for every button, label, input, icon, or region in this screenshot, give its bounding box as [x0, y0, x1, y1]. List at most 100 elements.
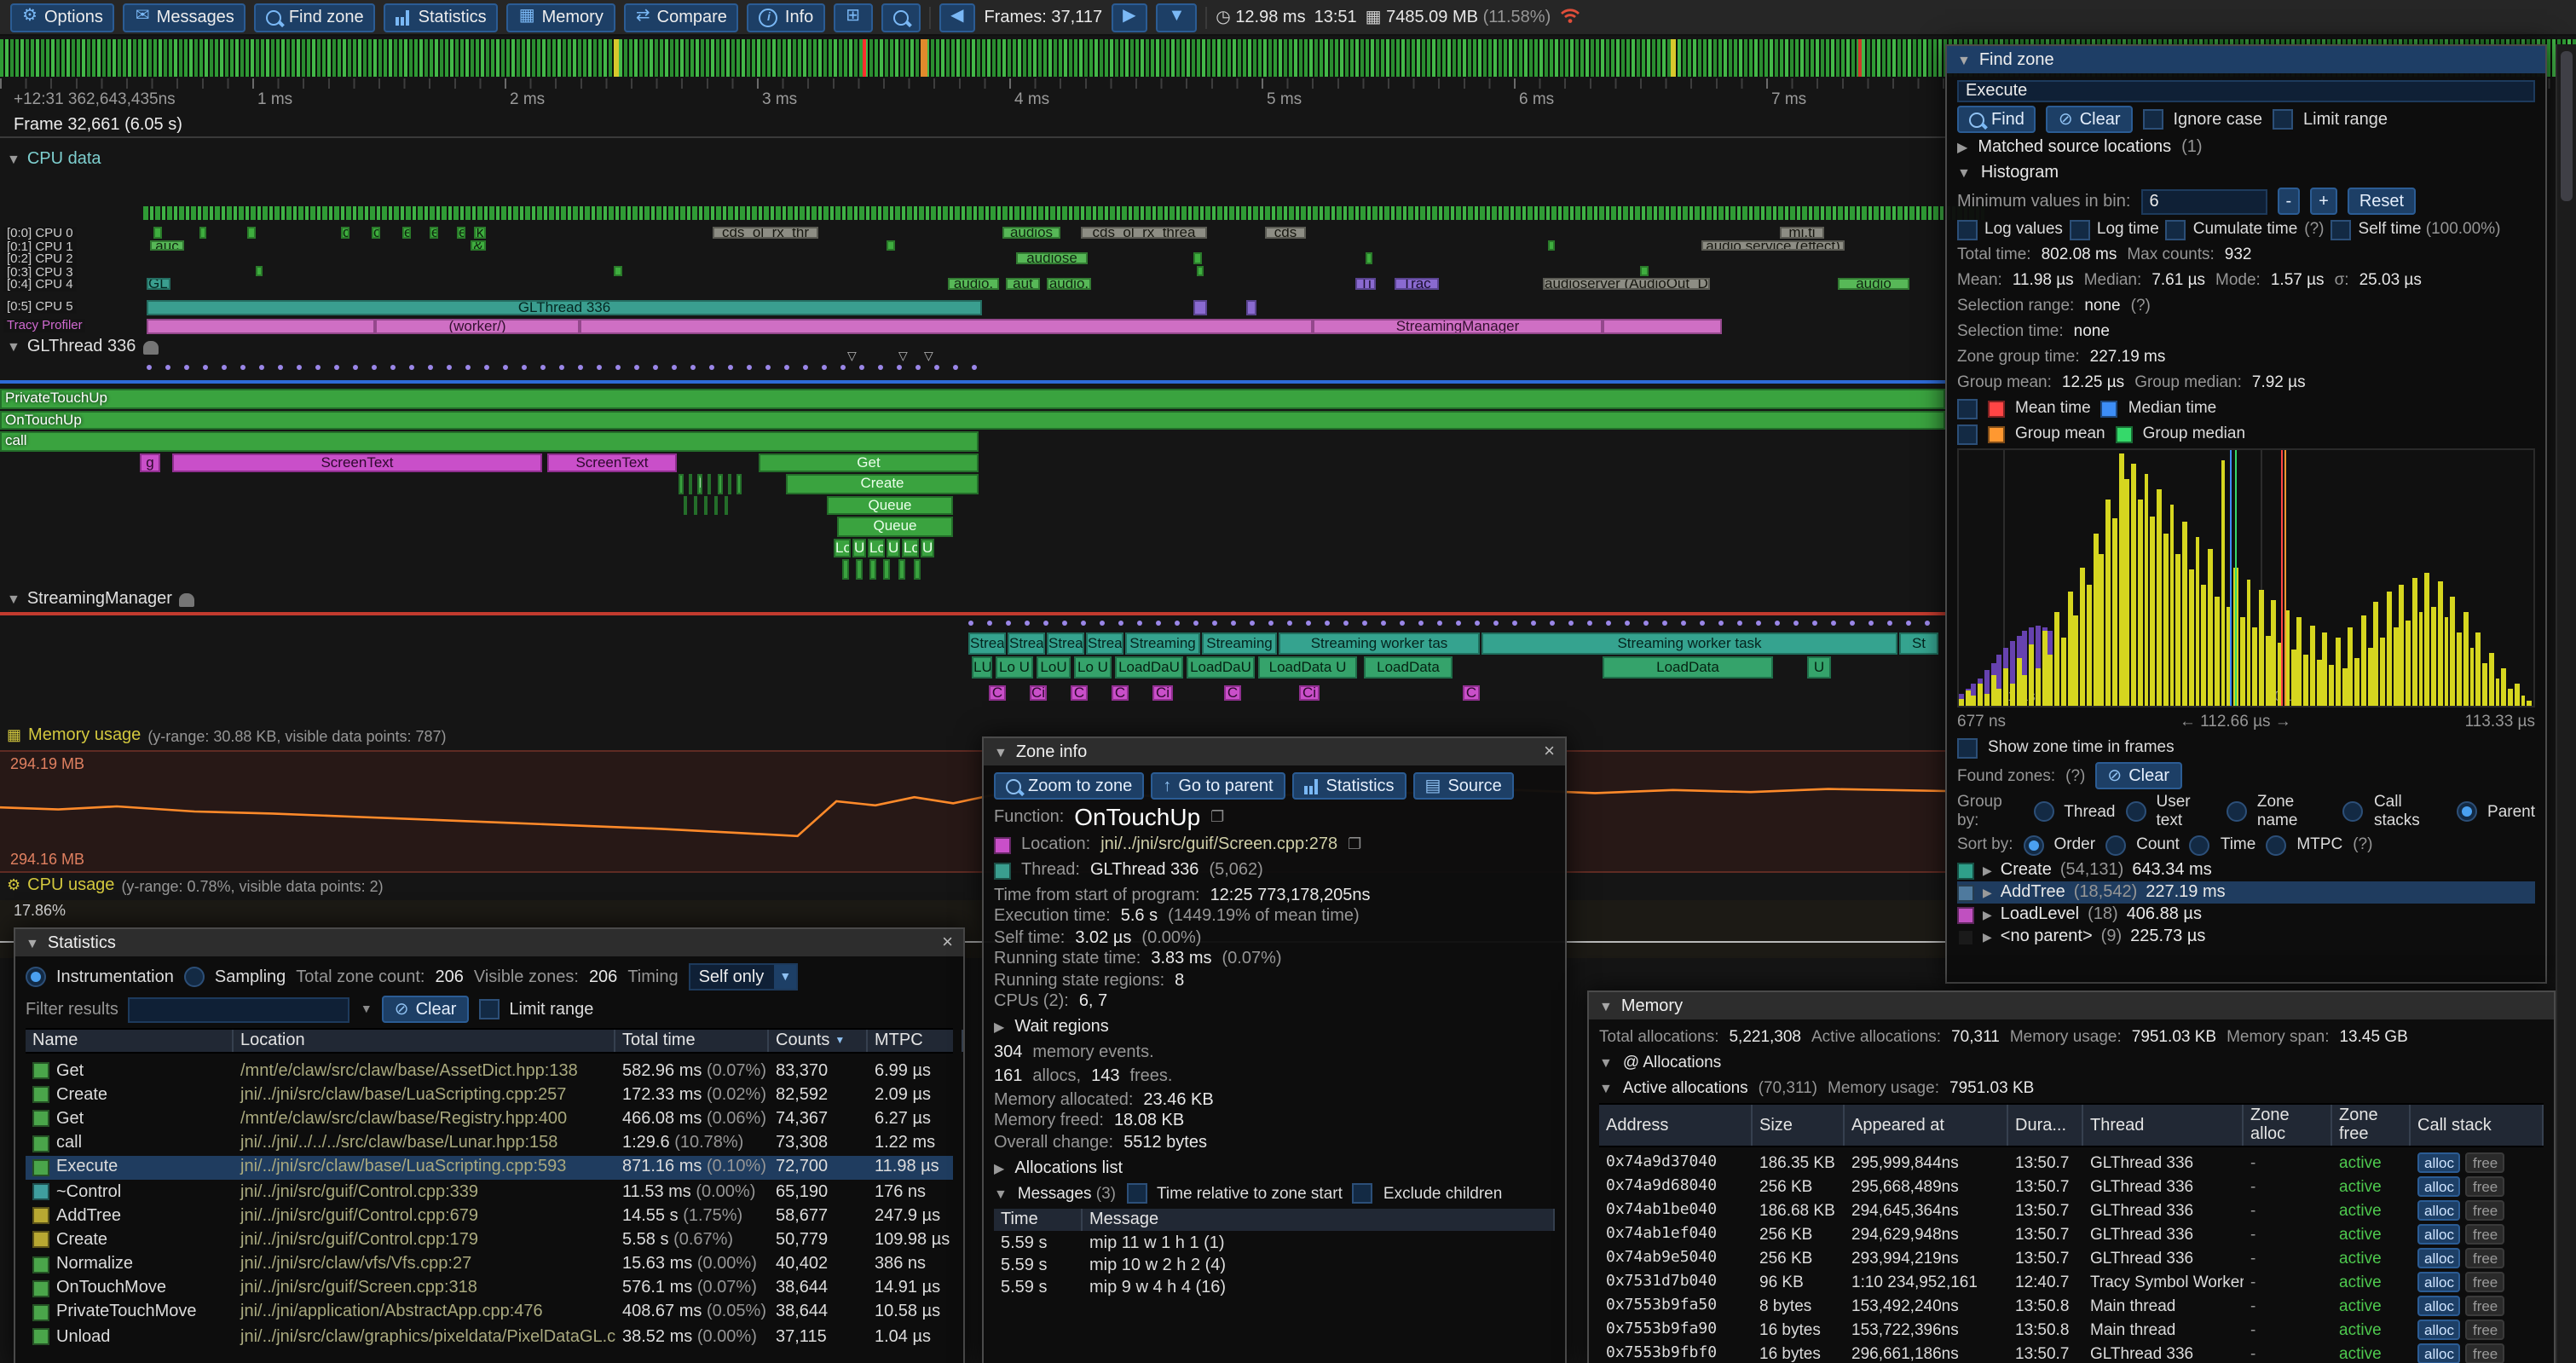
histogram-bar[interactable]	[2157, 488, 2162, 706]
exclude-children-checkbox[interactable]	[1353, 1183, 1373, 1204]
collapse-icon[interactable]: ▼	[1599, 1081, 1613, 1096]
histogram-bar[interactable]	[1965, 690, 1970, 706]
histogram-bar[interactable]	[1984, 693, 1990, 706]
timeline-zone[interactable]: Lo	[902, 538, 919, 557]
close-icon[interactable]: ×	[942, 934, 953, 951]
timeline-zone[interactable]: k	[474, 227, 486, 238]
message-dot[interactable]	[297, 365, 302, 370]
message-dot[interactable]	[1831, 621, 1836, 626]
copy-icon[interactable]: ❐	[1348, 835, 1361, 854]
table-row[interactable]: AddTreejni/../jni/src/guif/Control.cpp:6…	[26, 1204, 953, 1227]
table-row[interactable]: Unloadjni/../jni/src/claw/graphics/pixel…	[26, 1325, 953, 1349]
allocations-section-label[interactable]: @ Allocations	[1623, 1054, 1721, 1072]
message-dot[interactable]	[728, 365, 733, 370]
timeline-zone[interactable]	[580, 319, 1313, 334]
message-dot[interactable]	[690, 365, 696, 370]
histogram-bar[interactable]	[2354, 658, 2359, 706]
message-dot[interactable]	[1775, 621, 1780, 626]
message-dot[interactable]	[1906, 621, 1911, 626]
histogram-bar[interactable]	[1972, 696, 1977, 706]
timeline-zone[interactable]: audios	[1002, 227, 1060, 238]
alloc-callstack-button[interactable]: alloc	[2417, 1343, 2461, 1363]
histogram-bar[interactable]	[2240, 617, 2245, 706]
timeline-zone[interactable]: LoadData	[1603, 656, 1773, 679]
message-dot[interactable]	[1437, 621, 1442, 626]
message-dot[interactable]	[1568, 621, 1574, 626]
histogram-bar[interactable]	[2336, 638, 2341, 706]
table-row[interactable]: calljni/../jni/../../../src/claw/base/Lu…	[26, 1131, 953, 1155]
histogram-bar[interactable]	[2221, 461, 2226, 706]
message-dot[interactable]	[1043, 621, 1048, 626]
message-dot[interactable]	[615, 365, 621, 370]
min-bin-input[interactable]: 6	[2140, 188, 2267, 214]
timeline-zone[interactable]: LoadDaU	[1115, 656, 1183, 679]
timeline-zone[interactable]	[1197, 265, 1204, 276]
timeline-zone[interactable]: c	[372, 227, 380, 238]
message-dot[interactable]	[1231, 621, 1236, 626]
table-row[interactable]: Normalizejni/../jni/src/claw/vfs/Vfs.cpp…	[26, 1252, 953, 1276]
log-values-checkbox[interactable]	[1957, 219, 1978, 240]
alloc-callstack-button[interactable]: alloc	[2417, 1152, 2461, 1173]
allocation-row[interactable]: 0x74a9d68040256 KB295,668,489ns13:50.7GL…	[1599, 1175, 2544, 1198]
table-row[interactable]: PrivateTouchMovejni/../jni/application/A…	[26, 1301, 953, 1325]
histogram-bar[interactable]	[2125, 479, 2130, 706]
timeline-zone[interactable]: C	[1112, 685, 1129, 701]
histogram-bar[interactable]	[2482, 663, 2487, 706]
message-dot[interactable]	[428, 365, 433, 370]
histogram-bar[interactable]	[2112, 519, 2117, 706]
timeline-zone[interactable]	[1548, 240, 1555, 251]
timeline-zone[interactable]	[1193, 300, 1207, 315]
filter-icon[interactable]: ▼	[361, 1003, 373, 1015]
histogram-bar[interactable]	[2144, 474, 2149, 706]
source-button[interactable]: ▤Source	[1413, 772, 1514, 800]
histogram-bar[interactable]	[2495, 678, 2500, 706]
ghost-zones-icon[interactable]	[179, 592, 194, 606]
timeline-zone[interactable]: St	[1899, 632, 1938, 655]
sampling-radio[interactable]	[184, 967, 205, 987]
timeline-zone[interactable]: Up	[921, 538, 934, 557]
expand-icon[interactable]: ▶	[1983, 886, 1992, 899]
histogram-bar[interactable]	[2042, 630, 2047, 706]
timeline-zone[interactable]: e	[457, 227, 465, 238]
log-time-checkbox[interactable]	[2070, 219, 2090, 240]
timeline-zone[interactable]: C	[1463, 685, 1480, 701]
histogram-bar[interactable]	[2521, 696, 2526, 706]
timeline-zone[interactable]: c	[341, 227, 349, 238]
bin-plus-button[interactable]: +	[2310, 188, 2337, 215]
histogram-bar[interactable]	[2489, 653, 2494, 706]
message-dot[interactable]	[1137, 621, 1142, 626]
message-dot[interactable]	[184, 365, 189, 370]
histogram-bar[interactable]	[1990, 676, 1996, 707]
message-dot[interactable]	[1062, 621, 1067, 626]
message-dot[interactable]	[465, 365, 471, 370]
info-button[interactable]: iInfo	[748, 3, 825, 32]
histogram-bar[interactable]	[2444, 617, 2449, 706]
timeline-zone[interactable]	[1246, 300, 1256, 315]
histogram-bar[interactable]	[2176, 554, 2181, 706]
histogram-bar[interactable]	[2099, 554, 2105, 706]
table-row[interactable]: Get/mnt/e/claw/src/claw/base/AssetDict.h…	[26, 1059, 953, 1083]
message-dot[interactable]	[1531, 621, 1536, 626]
timeline-zone[interactable]	[679, 474, 684, 494]
memory-titlebar[interactable]: ▼ Memory	[1589, 992, 2554, 1019]
collapse-icon[interactable]: ▼	[994, 744, 1008, 759]
timeline-zone[interactable]	[147, 319, 375, 334]
collapse-icon[interactable]: ▼	[1599, 1055, 1613, 1071]
message-row[interactable]: 5.59 smip 9 w 4 h 4 (16)	[994, 1278, 1555, 1300]
histogram-bar[interactable]	[2290, 650, 2296, 706]
free-callstack-button[interactable]: free	[2466, 1272, 2504, 1292]
timeline-zone[interactable]: call	[0, 431, 979, 451]
message-dot[interactable]	[1718, 621, 1724, 626]
histogram-bar[interactable]	[2093, 534, 2098, 706]
message-dot[interactable]	[1643, 621, 1649, 626]
timeline-zone[interactable]: Streaming worker tas	[1279, 632, 1480, 655]
timeline-zone[interactable]: LoU	[1037, 656, 1071, 679]
options-button[interactable]: ⚙Options	[10, 3, 115, 32]
message-dot[interactable]	[1493, 621, 1499, 626]
allocation-row[interactable]: 0x7553b9fbf016 bytes296,661,186ns13:50.7…	[1599, 1342, 2544, 1363]
timeline-zone[interactable]: Strea	[1086, 632, 1123, 655]
message-dot[interactable]	[447, 365, 452, 370]
histogram-bar[interactable]	[2023, 676, 2028, 707]
found-zone-row[interactable]: ▶LoadLevel(18)406.88 µs	[1957, 904, 2535, 926]
timeline-zone[interactable]	[694, 495, 697, 515]
